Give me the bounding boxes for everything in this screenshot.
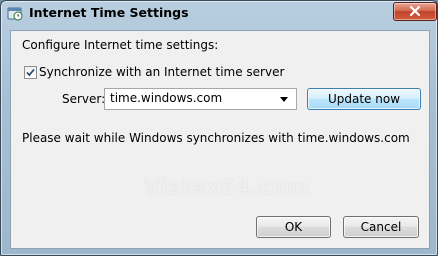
- sync-checkbox-label[interactable]: Synchronize with an Internet time server: [39, 65, 284, 79]
- window-title: Internet Time Settings: [29, 5, 189, 20]
- watermark: Vistax64.com: [144, 175, 310, 199]
- sync-checkbox[interactable]: [24, 66, 37, 79]
- checkmark-icon: [26, 68, 35, 77]
- cancel-button[interactable]: Cancel: [343, 216, 419, 238]
- time-settings-icon: [7, 5, 23, 21]
- close-icon: [409, 5, 421, 17]
- close-button[interactable]: [393, 2, 437, 21]
- dialog-heading: Configure Internet time settings:: [22, 38, 219, 52]
- update-now-button[interactable]: Update now: [307, 88, 421, 110]
- server-label: Server:: [62, 92, 106, 106]
- ok-button[interactable]: OK: [256, 216, 331, 238]
- server-combobox[interactable]: time.windows.com: [104, 88, 297, 110]
- title-bar[interactable]: Internet Time Settings: [1, 1, 437, 27]
- dialog-body: Configure Internet time settings: Synchr…: [10, 30, 430, 249]
- chevron-down-icon[interactable]: [280, 97, 288, 102]
- server-value: time.windows.com: [110, 91, 223, 105]
- internet-time-settings-window: Internet Time Settings Configure Interne…: [0, 0, 438, 256]
- status-text: Please wait while Windows synchronizes w…: [22, 131, 410, 145]
